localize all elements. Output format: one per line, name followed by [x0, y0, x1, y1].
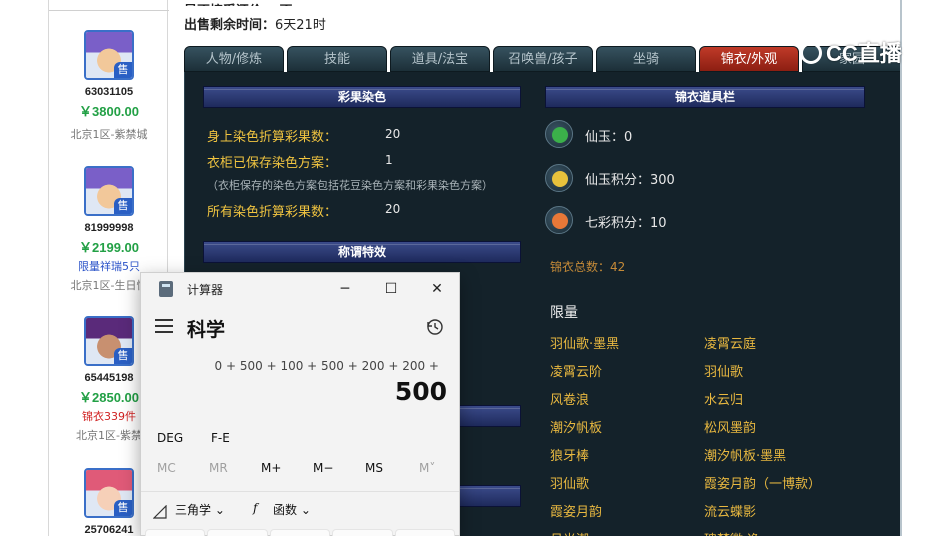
function-icon: f — [253, 501, 258, 515]
function-dropdown[interactable]: 函数 ⌄ — [273, 501, 311, 518]
dye-stat-label: 衣柜已保存染色方案： — [207, 156, 338, 171]
avatar[interactable]: 售 — [84, 316, 134, 366]
tab-mounts[interactable]: 坐骑 — [596, 46, 696, 72]
remaining-time-value: 6天21时 — [275, 18, 326, 33]
sold-badge: 售 — [114, 500, 132, 516]
jade-icon — [545, 120, 573, 148]
keypad-key[interactable] — [269, 529, 331, 536]
calculator-mode: 科学 — [187, 319, 226, 341]
jade-label: 仙玉：0 — [585, 130, 633, 145]
dye-stat-label: 身上染色折算彩果数： — [207, 130, 338, 145]
dye-total-label: 所有染色折算彩果数： — [207, 205, 338, 220]
angle-unit-button[interactable]: DEG — [157, 431, 183, 445]
keypad-key[interactable] — [394, 529, 456, 536]
props-section-header: 锦衣道具栏 — [545, 86, 865, 108]
outfit-item[interactable]: 霞姿月韵（一博款） — [704, 473, 821, 492]
outfit-item[interactable]: 霞姿月韵 — [550, 501, 602, 520]
outfit-item[interactable]: 潮汐帆板·墨黑 — [704, 445, 786, 464]
detail-tabs: 人物/修炼 技能 道具/法宝 召唤兽/孩子 坐骑 锦衣/外观 家园 — [184, 46, 902, 72]
seller-id: 63031105 — [84, 86, 134, 98]
dye-total-value: 20 — [385, 202, 401, 216]
remaining-time-label: 出售剩余时间： — [184, 18, 276, 33]
memory-button[interactable]: M− — [313, 461, 333, 475]
memory-button[interactable]: MC — [157, 461, 176, 475]
expression-display: 0 + 500 + 100 + 500 + 200 + 200 + — [214, 359, 439, 373]
fixed-exponent-button[interactable]: F-E — [211, 431, 230, 445]
memory-button[interactable]: M˅ — [419, 461, 435, 475]
seller-card[interactable]: 售 63031105 ￥3800.00 北京1区-紫禁城 — [49, 30, 169, 142]
title-effects-header: 称谓特效 — [203, 241, 521, 263]
sold-badge: 售 — [114, 348, 132, 364]
outfit-item[interactable]: 羽仙歌 — [550, 473, 589, 492]
outfit-item[interactable]: 水云归 — [704, 389, 743, 408]
outfit-item[interactable]: 月光潮 — [550, 529, 589, 536]
divider — [141, 491, 459, 492]
keypad-key[interactable] — [332, 529, 393, 536]
close-button[interactable]: ✕ — [417, 277, 457, 301]
maximize-button[interactable]: ☐ — [371, 277, 411, 301]
avatar[interactable]: 售 — [84, 30, 134, 80]
calculator-titlebar[interactable]: 计算器 ─ ☐ ✕ — [141, 273, 459, 305]
tab-outfits[interactable]: 锦衣/外观 — [699, 46, 799, 72]
dye-stat-value: 1 — [385, 153, 393, 167]
memory-button[interactable]: M+ — [261, 461, 281, 475]
tab-character[interactable]: 人物/修炼 — [184, 46, 284, 72]
dye-stat-value: 20 — [385, 127, 401, 141]
calculator-window[interactable]: 计算器 ─ ☐ ✕ 科学 0 + 500 + 100 + 500 + 200 +… — [140, 272, 460, 536]
cc-watermark: CC直播 — [800, 36, 918, 66]
outfit-item[interactable]: 羽仙歌 — [704, 361, 743, 380]
outfit-total: 锦衣总数：42 — [550, 260, 626, 274]
dye-section-header: 彩果染色 — [203, 86, 521, 108]
outfit-item[interactable]: 瑰梦徽·逸 — [704, 529, 760, 536]
cc-logo-icon — [800, 42, 822, 64]
tab-skills[interactable]: 技能 — [287, 46, 387, 72]
chevron-down-icon: ⌄ — [214, 503, 225, 517]
keypad-key[interactable] — [145, 529, 206, 536]
avatar[interactable]: 售 — [84, 468, 134, 518]
trigonometry-label: 三角学 — [175, 503, 212, 517]
outfit-item[interactable]: 松风墨韵 — [704, 417, 756, 436]
calculator-title: 计算器 — [187, 283, 224, 297]
outfit-item[interactable]: 流云蝶影 — [704, 501, 756, 520]
seller-id: 81999998 — [84, 222, 134, 234]
tab-items[interactable]: 道具/法宝 — [390, 46, 490, 72]
keypad — [141, 529, 459, 536]
hamburger-menu-icon[interactable] — [155, 319, 173, 333]
minimize-button[interactable]: ─ — [325, 277, 365, 301]
memory-button[interactable]: MR — [209, 461, 228, 475]
memory-button[interactable]: MS — [365, 461, 383, 475]
chevron-down-icon: ⌄ — [300, 503, 311, 517]
triangle-icon — [153, 505, 167, 519]
panel-edge — [900, 0, 902, 536]
outfit-item[interactable]: 凌霄云阶 — [550, 361, 602, 380]
calculator-app-icon — [159, 281, 173, 297]
avatar[interactable]: 售 — [84, 166, 134, 216]
outfit-item[interactable]: 风卷浪 — [550, 389, 589, 408]
jade-points-label: 仙玉积分：300 — [585, 173, 675, 188]
tab-pets[interactable]: 召唤兽/孩子 — [493, 46, 593, 72]
price: ￥2199.00 — [79, 240, 139, 255]
dye-note: （衣柜保存的染色方案包括花豆染色方案和彩果染色方案） — [207, 179, 493, 192]
rainbow-points-label: 七彩积分：10 — [585, 216, 667, 231]
divider — [49, 10, 169, 11]
limited-label: 限量 — [550, 305, 578, 321]
function-label: 函数 — [273, 503, 298, 517]
watermark-text: CC直播 — [826, 41, 902, 66]
outfit-item[interactable]: 凌霄云庭 — [704, 333, 756, 352]
sold-badge: 售 — [114, 198, 132, 214]
remaining-time: 出售剩余时间：6天21时 — [184, 14, 326, 33]
result-display: 500 — [394, 377, 447, 406]
rainbow-points-icon — [545, 206, 573, 234]
keypad-key[interactable] — [207, 529, 268, 536]
outfit-item[interactable]: 羽仙歌·墨黑 — [550, 333, 619, 352]
jade-points-icon — [545, 164, 573, 192]
accept-bargain-text: 是否接受还价： 否 — [184, 0, 293, 6]
sold-badge: 售 — [114, 62, 132, 78]
outfit-item[interactable]: 潮汐帆板 — [550, 417, 602, 436]
server-name: 北京1区-紫禁城 — [70, 128, 148, 141]
history-icon[interactable] — [425, 317, 445, 337]
outfit-item[interactable]: 狼牙棒 — [550, 445, 589, 464]
price: ￥3800.00 — [79, 104, 139, 119]
trigonometry-dropdown[interactable]: 三角学 ⌄ — [175, 501, 225, 518]
